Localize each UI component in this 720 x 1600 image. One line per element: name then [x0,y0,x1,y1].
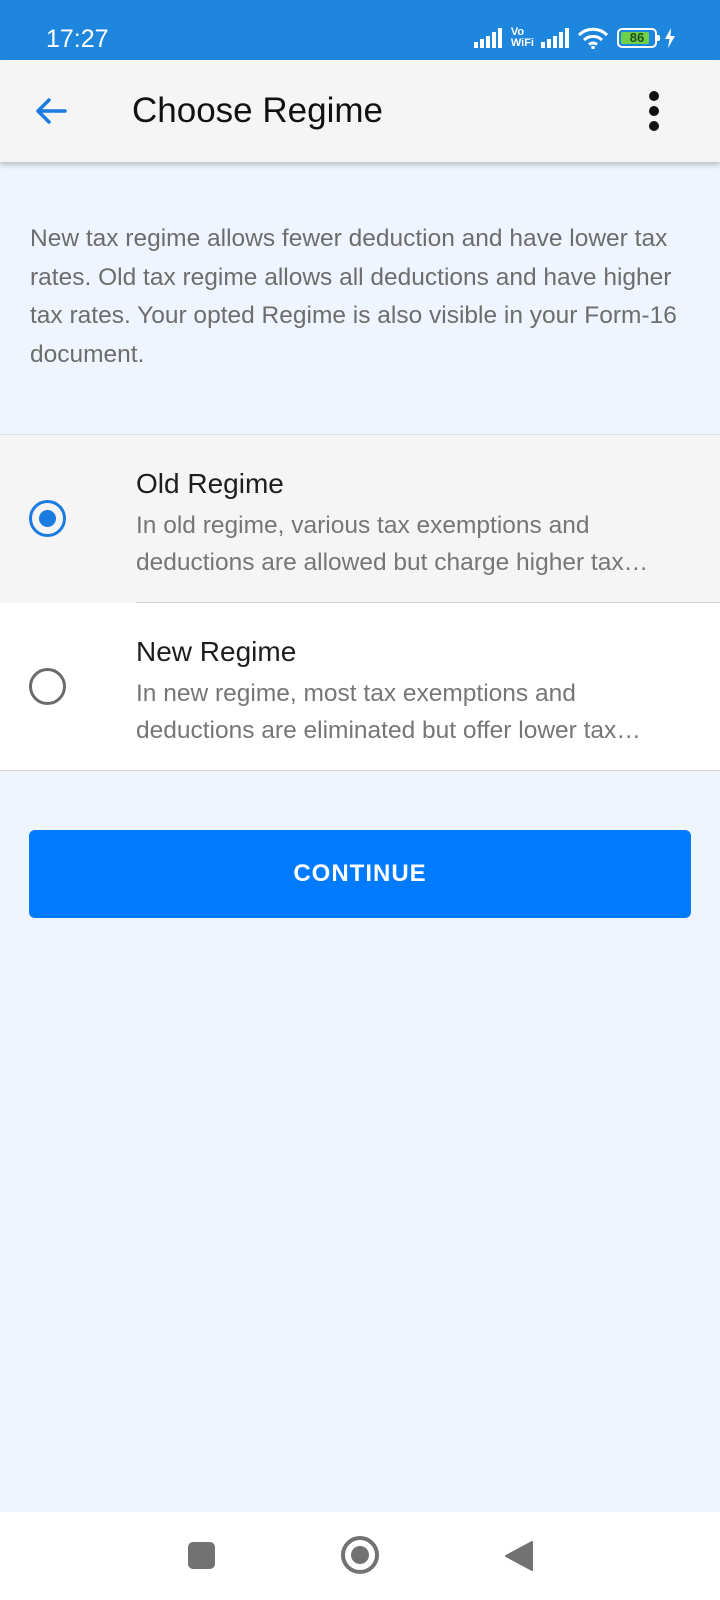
vowifi-bottom-label: WiFi [510,37,534,49]
more-vertical-icon [649,91,659,131]
back-icon[interactable] [504,1540,534,1572]
navigation-bar [0,1512,720,1600]
arrow-left-icon [36,98,67,124]
regime-title: Old Regime [136,468,284,499]
continue-button[interactable]: CONTINUE [29,830,691,918]
recents-icon[interactable] [188,1542,215,1569]
battery-cap [657,35,660,41]
regime-option-new[interactable]: New Regime In new regime, most tax exemp… [0,603,720,771]
radio-button-new[interactable] [29,668,66,705]
home-icon[interactable] [341,1536,379,1574]
regime-subtitle: In old regime, various tax exemptions an… [136,512,624,576]
battery-level: 86 [629,30,645,45]
app-bar: Choose Regime [0,60,720,162]
back-button[interactable] [22,82,80,140]
wifi-icon [578,27,608,49]
regime-list: Old Regime In old regime, various tax ex… [0,434,720,771]
battery-icon: 86 [617,28,660,48]
signal-icon [541,28,569,48]
status-bar: 17:27 Vo WiFi 86 [0,0,720,60]
regime-description: New tax regime allows fewer deduction an… [30,225,677,368]
divider [0,770,720,771]
signal-icon [473,28,502,48]
regime-title: New Regime [136,636,297,667]
vowifi-icon: Vo WiFi [511,27,534,49]
status-icons: Vo WiFi 86 [473,22,676,54]
status-time: 17:27 [46,25,109,53]
regime-option-old[interactable]: Old Regime In old regime, various tax ex… [0,435,720,603]
page-title: Choose Regime [132,91,383,130]
charging-icon [665,28,675,48]
regime-subtitle: In new regime, most tax exemptions and d… [136,680,617,744]
more-options-button[interactable] [628,82,680,140]
radio-button-old[interactable] [29,500,66,537]
